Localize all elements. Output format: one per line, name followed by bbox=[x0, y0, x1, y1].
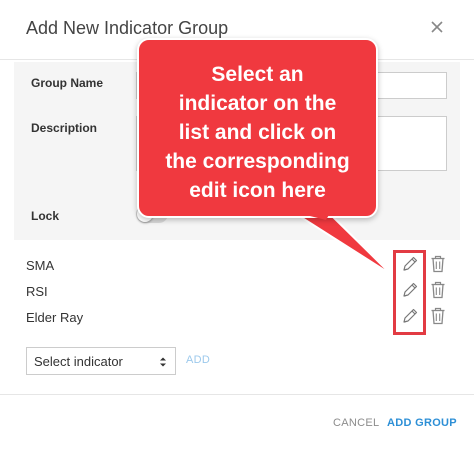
cancel-button[interactable]: CANCEL bbox=[333, 417, 379, 429]
trash-icon[interactable] bbox=[430, 280, 446, 300]
group-name-label: Group Name bbox=[31, 76, 104, 90]
add-indicator-button[interactable]: ADD bbox=[186, 354, 210, 366]
add-group-button[interactable]: ADD GROUP bbox=[387, 417, 457, 429]
indicator-select-value: Select indicator bbox=[34, 354, 123, 369]
lock-label: Lock bbox=[31, 209, 60, 223]
dropdown-arrow-icon bbox=[159, 356, 167, 370]
add-indicator-group-dialog: Add New Indicator Group Group Name Descr… bbox=[0, 0, 474, 450]
instruction-callout: Select an indicator on the list and clic… bbox=[137, 38, 378, 218]
description-label: Description bbox=[31, 121, 98, 135]
dialog-footer: CANCEL ADD GROUP bbox=[0, 394, 474, 450]
indicator-select[interactable]: Select indicator bbox=[26, 347, 176, 375]
dialog-title: Add New Indicator Group bbox=[26, 18, 229, 38]
edit-icons-highlight bbox=[393, 250, 426, 335]
trash-icon[interactable] bbox=[430, 254, 446, 274]
indicator-name: SMA bbox=[26, 258, 55, 273]
callout-text: Select an indicator on the list and clic… bbox=[165, 63, 350, 202]
close-icon[interactable] bbox=[426, 16, 448, 38]
trash-icon[interactable] bbox=[430, 306, 446, 326]
indicator-name: Elder Ray bbox=[26, 310, 84, 325]
indicator-name: RSI bbox=[26, 284, 48, 299]
